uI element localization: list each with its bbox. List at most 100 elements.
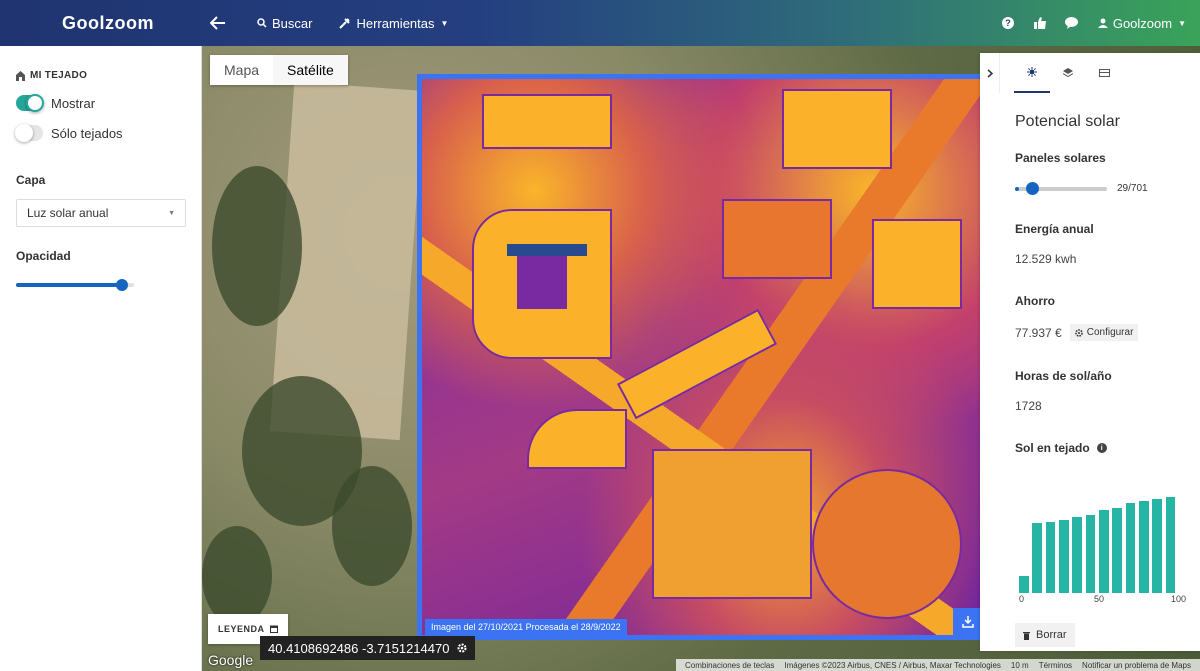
chart-bar: [1125, 503, 1136, 593]
show-toggle[interactable]: [16, 94, 44, 112]
sun-on-roof-header: Sol en tejado i: [1015, 441, 1190, 455]
satellite-trees: [202, 526, 272, 626]
back-button[interactable]: [210, 16, 231, 30]
opacity-slider-fill: [16, 283, 123, 287]
roof-shape: [482, 94, 612, 149]
energy-label: Energía anual: [1015, 222, 1094, 236]
map-attribution: Combinaciones de teclas Imágenes ©2023 A…: [675, 659, 1200, 671]
svg-text:?: ?: [1005, 18, 1011, 28]
report-link[interactable]: Notificar un problema de Maps: [1082, 661, 1191, 670]
panel-title: Potencial solar: [1015, 113, 1120, 130]
roof-shape: [652, 449, 812, 599]
sun-on-roof-chart: 0 50 100: [1015, 473, 1190, 604]
tab-map[interactable]: Mapa: [210, 55, 273, 85]
download-button[interactable]: [953, 608, 982, 635]
keyboard-shortcuts-link[interactable]: Combinaciones de teclas: [685, 661, 774, 670]
tools-menu[interactable]: Herramientas ▼: [338, 16, 448, 31]
delete-label: Borrar: [1036, 629, 1067, 641]
opacity-label: Opacidad: [16, 249, 71, 263]
satellite-trees: [332, 466, 412, 586]
energy-value: 12.529 kwh: [1015, 252, 1077, 266]
panel-body: Potencial solar Paneles solares 29/701 E…: [1015, 113, 1190, 647]
sun-icon: [1027, 67, 1037, 77]
show-toggle-row: Mostrar: [16, 94, 185, 112]
savings-label: Ahorro: [1015, 294, 1055, 308]
layer-select[interactable]: Luz solar anual ▼: [16, 199, 186, 227]
solar-panel-icon: [1098, 69, 1110, 77]
help-icon: ?: [1001, 17, 1014, 29]
layer-select-value: Luz solar anual: [27, 206, 109, 220]
legend-label: LEYENDA: [218, 624, 265, 634]
roof-shape: [507, 244, 587, 256]
brand-logo[interactable]: Goolzoom: [0, 13, 202, 34]
panels-slider[interactable]: [1015, 181, 1107, 195]
scale-label: 10 m: [1010, 660, 1029, 670]
user-icon: [1097, 18, 1108, 28]
roofs-only-toggle-row: Sólo tejados: [15, 124, 185, 142]
chat-icon: [1065, 17, 1079, 29]
roof-shape: [616, 308, 778, 420]
chevron-right-icon: [987, 68, 993, 78]
gear-icon: [1074, 328, 1083, 337]
map-type-tabs: Mapa Satélite: [210, 55, 348, 85]
chart-bar: [1112, 508, 1122, 593]
show-label: Mostrar: [51, 95, 96, 111]
chart-bar: [1139, 500, 1149, 593]
thumbs-up-icon: [1033, 17, 1046, 29]
user-menu[interactable]: Goolzoom ▼: [1097, 15, 1186, 31]
satellite-trees: [212, 166, 302, 326]
roof-shape: [812, 469, 962, 619]
terms-link[interactable]: Términos: [1039, 661, 1072, 670]
left-sidebar: MI TEJADO Mostrar Sólo tejados Capa Luz …: [0, 46, 202, 671]
chart-bar: [1059, 519, 1069, 593]
collapse-panel-button[interactable]: [980, 53, 1000, 93]
tab-panels[interactable]: [1086, 53, 1122, 93]
imagery-credit: Imágenes ©2023 Airbus, CNES / Airbus, Ma…: [784, 660, 1001, 670]
configure-button[interactable]: Configurar: [1069, 324, 1139, 341]
chevron-down-icon: ▼: [1178, 18, 1186, 28]
top-right-actions: ? Goolzoom ▼: [990, 9, 1200, 37]
chevron-down-icon: ▼: [168, 209, 175, 217]
tab-layers[interactable]: [1050, 53, 1086, 93]
tab-satellite[interactable]: Satélite: [273, 55, 348, 85]
search-label: Buscar: [272, 15, 313, 31]
panels-slider-thumb[interactable]: [1025, 181, 1039, 195]
roof-shape: [722, 199, 832, 279]
savings-row: 77.937 € Configurar: [1015, 324, 1190, 341]
roof-shape: [782, 89, 892, 169]
x-tick-label: 0: [1019, 594, 1025, 604]
top-bar: Goolzoom Buscar Herramientas ▼ ? Goolzoo…: [0, 0, 1200, 46]
like-button[interactable]: [1026, 9, 1054, 37]
download-icon: [962, 616, 974, 628]
info-icon[interactable]: i: [1096, 443, 1107, 453]
hours-value: 1728: [1015, 399, 1042, 413]
house-icon: [16, 70, 25, 81]
google-logo: Google: [208, 652, 254, 668]
x-tick-label: 50: [1094, 594, 1105, 604]
help-button[interactable]: ?: [994, 9, 1022, 37]
sun-on-roof-label: Sol en tejado: [1015, 441, 1090, 455]
trash-icon: [1023, 631, 1030, 640]
panels-row: 29/701: [1015, 181, 1190, 195]
panels-count: 29/701: [1117, 183, 1148, 194]
chat-button[interactable]: [1058, 9, 1086, 37]
search-button[interactable]: Buscar: [257, 16, 312, 31]
solar-heatmap-overlay[interactable]: Imagen del 27/10/2021 Procesada el 28/9/…: [417, 74, 987, 640]
user-name: Goolzoom: [1112, 15, 1173, 31]
roof-shape: [872, 219, 962, 309]
tab-sun[interactable]: [1014, 53, 1050, 93]
calendar-icon: [269, 625, 278, 633]
delete-button[interactable]: Borrar: [1015, 623, 1075, 647]
roofs-only-toggle[interactable]: [15, 124, 43, 142]
chart-bar: [1085, 515, 1096, 593]
gear-icon[interactable]: [457, 643, 467, 653]
roof-shape: [517, 254, 567, 309]
opacity-slider-thumb[interactable]: [116, 279, 129, 291]
hours-label: Horas de sol/año: [1015, 369, 1112, 383]
opacity-slider[interactable]: [16, 279, 134, 291]
chart-bar: [1099, 510, 1109, 593]
chart-bar: [1152, 498, 1162, 593]
tools-icon: [339, 17, 351, 29]
layers-icon: [1063, 68, 1073, 78]
roof-shape: [527, 409, 627, 469]
